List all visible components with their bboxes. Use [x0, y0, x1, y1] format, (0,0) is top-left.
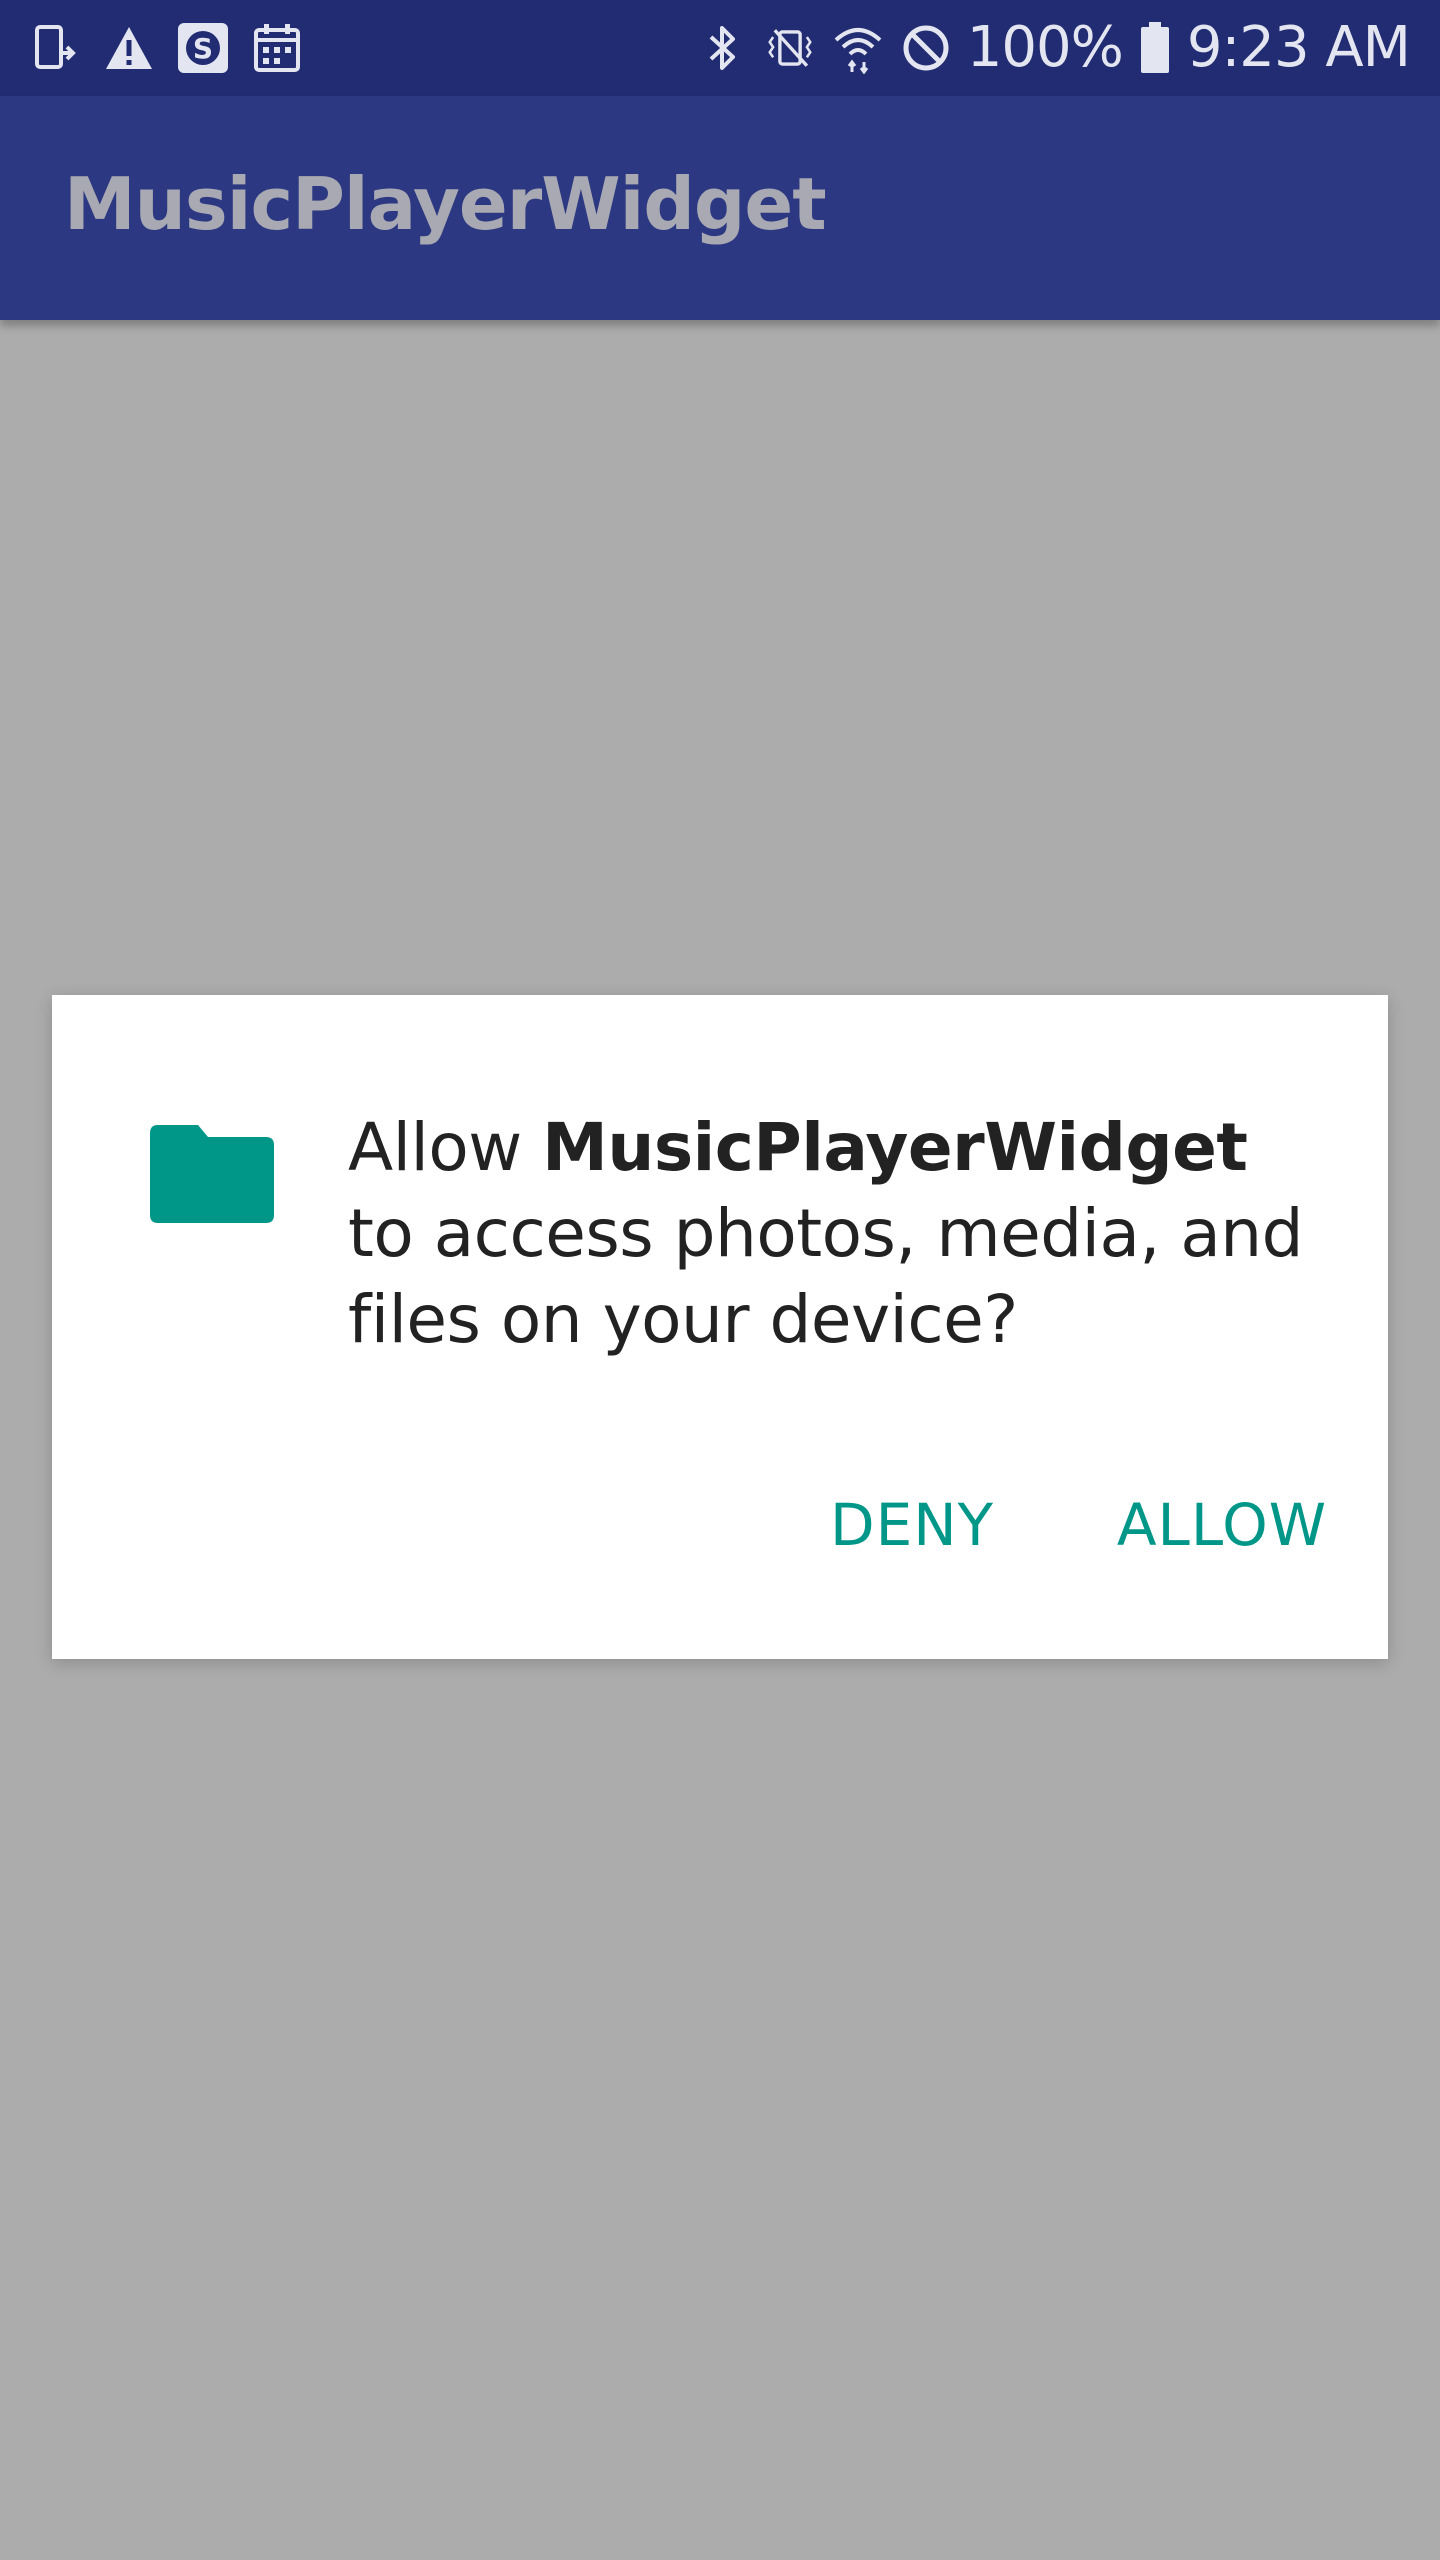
vibrate-mute-icon [763, 20, 817, 76]
app-bar: MusicPlayerWidget [0, 96, 1440, 320]
skype-icon: S [176, 20, 230, 76]
notification-icons: S [28, 20, 304, 76]
battery-percent: 100% [966, 15, 1124, 80]
folder-icon [150, 1125, 274, 1223]
status-time: 9:23 AM [1186, 15, 1411, 80]
status-bar: S 100% 9:23 AM [0, 0, 1440, 96]
calendar-icon [250, 20, 304, 76]
system-status: 100% 9:23 AM [695, 14, 1411, 82]
message-prefix: Allow [348, 1109, 543, 1186]
message-app-name: MusicPlayerWidget [542, 1109, 1248, 1186]
battery-icon [1137, 20, 1173, 76]
bluetooth-icon [695, 20, 749, 76]
svg-text:S: S [193, 32, 213, 65]
allow-button[interactable]: ALLOW [1072, 1475, 1372, 1575]
app-title: MusicPlayerWidget [64, 162, 827, 246]
permission-message: Allow MusicPlayerWidget to access photos… [348, 1105, 1308, 1363]
screen: S 100% 9:23 AM MusicPlayerWidget Allow M… [0, 0, 1440, 2560]
warning-icon [102, 20, 156, 76]
do-not-disturb-icon [899, 20, 953, 76]
permission-dialog: Allow MusicPlayerWidget to access photos… [52, 995, 1388, 1659]
phone-sync-icon [28, 20, 82, 76]
wifi-icon [831, 20, 885, 76]
deny-button[interactable]: DENY [752, 1475, 1072, 1575]
message-suffix: to access photos, media, and files on yo… [348, 1195, 1304, 1358]
